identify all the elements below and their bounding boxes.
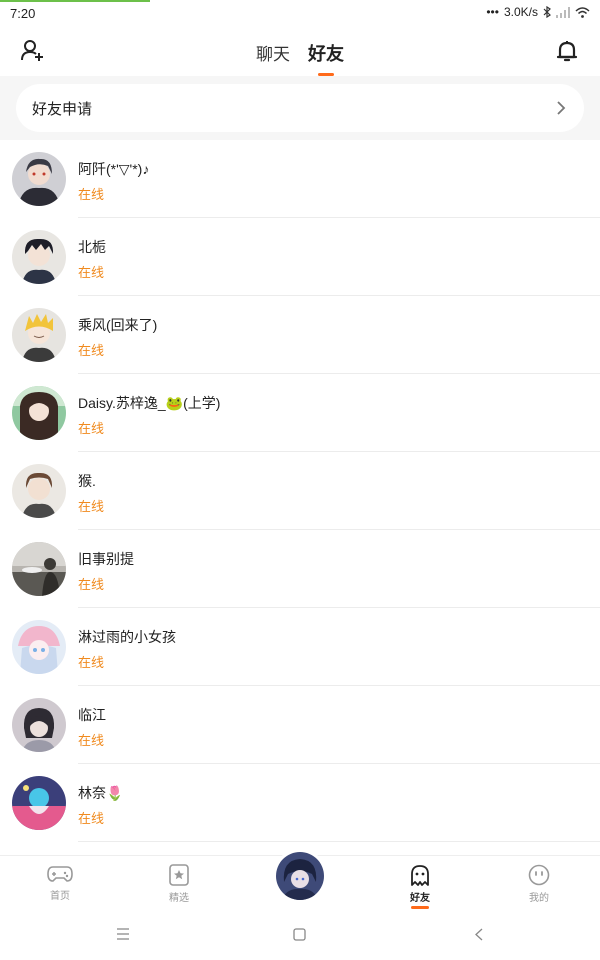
nav-me[interactable]: 我的 bbox=[509, 864, 569, 904]
nav-featured[interactable]: 精选 bbox=[149, 864, 209, 904]
friend-item[interactable]: Daisy.苏梓逸_🐸(上学) 在线 bbox=[0, 374, 600, 452]
avatar bbox=[12, 620, 66, 674]
home-square-icon[interactable] bbox=[293, 928, 306, 941]
bell-icon[interactable] bbox=[554, 38, 580, 64]
tab-chat[interactable]: 聊天 bbox=[256, 38, 290, 68]
nav-home-label: 首页 bbox=[50, 891, 70, 902]
nav-home[interactable]: 首页 bbox=[30, 864, 90, 902]
face-icon bbox=[528, 864, 550, 886]
network-speed: 3.0K/s bbox=[503, 5, 538, 19]
gamepad-icon bbox=[47, 866, 73, 882]
friend-name: 淋过雨的小女孩 bbox=[78, 629, 176, 645]
nav-friends[interactable]: 好友 bbox=[390, 864, 450, 909]
online-status: 在线 bbox=[78, 343, 105, 358]
chevron-right-icon bbox=[557, 101, 566, 115]
status-bar: 7:20 ••• 3.0K/s bbox=[0, 0, 600, 26]
active-nav-indicator bbox=[411, 906, 429, 909]
friend-item[interactable]: 旧事别提 在线 bbox=[0, 530, 600, 608]
friend-item[interactable]: 临江 在线 bbox=[0, 686, 600, 764]
ghost-icon bbox=[411, 865, 429, 886]
tab-bar: 聊天 好友 bbox=[0, 38, 600, 76]
avatar bbox=[12, 698, 66, 752]
friend-name: 北栀 bbox=[78, 239, 106, 255]
friend-name: 临江 bbox=[78, 707, 106, 723]
friend-item[interactable]: 乘风(回来了) 在线 bbox=[0, 296, 600, 374]
divider bbox=[78, 841, 600, 842]
friend-request-row[interactable]: 好友申请 bbox=[16, 84, 584, 132]
friend-item[interactable]: 猴. 在线 bbox=[0, 452, 600, 530]
friend-name: 林奈🌷 bbox=[78, 785, 124, 801]
friend-item[interactable]: 阿阡(*'▽'*)♪ 在线 bbox=[0, 140, 600, 218]
online-status: 在线 bbox=[78, 577, 105, 592]
avatar bbox=[12, 308, 66, 362]
tab-friends-label: 好友 bbox=[308, 44, 344, 64]
more-dots-icon: ••• bbox=[486, 5, 499, 19]
online-status: 在线 bbox=[78, 421, 105, 436]
friend-name: 阿阡(*'▽'*)♪ bbox=[78, 161, 150, 177]
tab-friends[interactable]: 好友 bbox=[308, 38, 344, 76]
star-card-icon bbox=[169, 864, 189, 886]
avatar bbox=[12, 464, 66, 518]
nav-friends-label: 好友 bbox=[410, 893, 430, 904]
friend-item[interactable]: 北栀 在线 bbox=[0, 218, 600, 296]
header: 聊天 好友 bbox=[0, 26, 600, 76]
avatar bbox=[12, 776, 66, 830]
status-indicators: ••• 3.0K/s bbox=[486, 5, 590, 19]
online-status: 在线 bbox=[78, 187, 105, 202]
friend-name: Daisy.苏梓逸_🐸(上学) bbox=[78, 395, 221, 411]
avatar bbox=[12, 386, 66, 440]
friend-name: 乘风(回来了) bbox=[78, 317, 158, 333]
wifi-icon bbox=[575, 6, 590, 18]
page-load-progress-bar bbox=[0, 0, 150, 2]
back-chevron-icon[interactable] bbox=[474, 928, 484, 941]
friend-request-label: 好友申请 bbox=[32, 100, 93, 118]
friend-item[interactable]: 淋过雨的小女孩 在线 bbox=[0, 608, 600, 686]
nav-user-avatar[interactable] bbox=[273, 849, 327, 903]
online-status: 在线 bbox=[78, 265, 105, 280]
user-avatar bbox=[276, 852, 324, 900]
friend-item[interactable]: 林奈🌷 在线 bbox=[0, 764, 600, 842]
nav-featured-label: 精选 bbox=[169, 893, 189, 904]
bluetooth-icon bbox=[543, 6, 551, 18]
friend-list: 阿阡(*'▽'*)♪ 在线 北栀 在线 乘风(回来了) 在线 Daisy.苏梓逸… bbox=[0, 140, 600, 855]
online-status: 在线 bbox=[78, 733, 105, 748]
tab-chat-label: 聊天 bbox=[256, 45, 290, 64]
online-status: 在线 bbox=[78, 499, 105, 514]
avatar bbox=[12, 542, 66, 596]
friend-name: 猴. bbox=[78, 473, 96, 489]
signal-icon bbox=[556, 6, 570, 18]
online-status: 在线 bbox=[78, 811, 105, 826]
friend-name: 旧事别提 bbox=[78, 551, 134, 567]
nav-me-label: 我的 bbox=[529, 893, 549, 904]
online-status: 在线 bbox=[78, 655, 105, 670]
avatar bbox=[12, 152, 66, 206]
avatar bbox=[12, 230, 66, 284]
system-nav-bar bbox=[0, 911, 600, 960]
menu-icon[interactable] bbox=[116, 928, 130, 940]
status-time: 7:20 bbox=[10, 6, 36, 21]
